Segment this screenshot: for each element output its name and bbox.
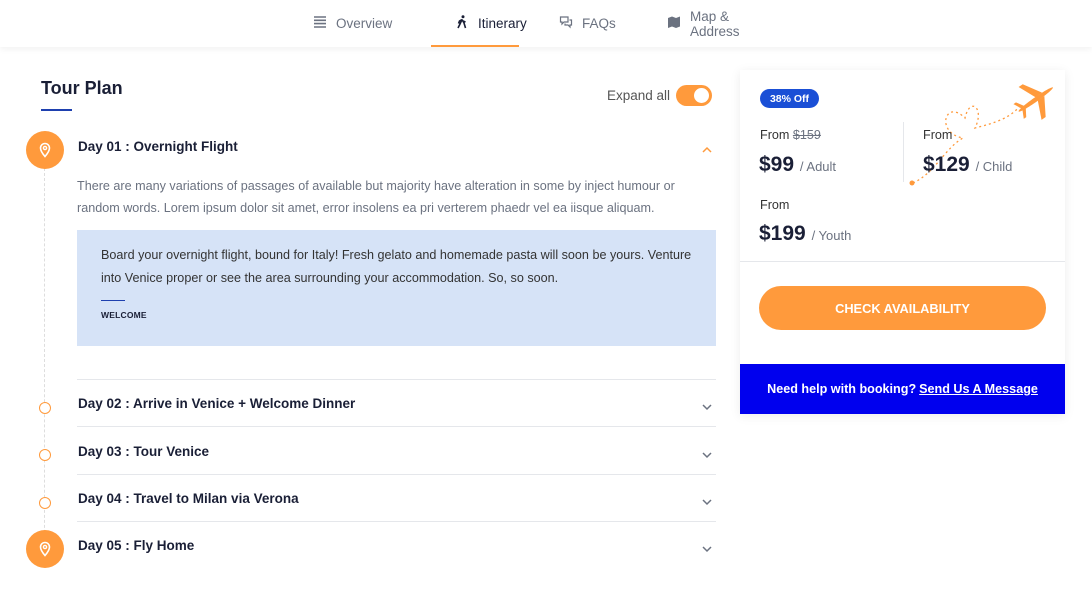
timeline-dot [39,402,51,414]
adult-price: $99 / Adult [759,153,836,177]
day-03-title[interactable]: Day 03 : Tour Venice [78,444,209,459]
expand-all-control[interactable]: Expand all [607,85,713,106]
child-from: From [923,128,953,142]
tab-label: Map & Address [690,8,740,39]
timeline-dot [39,449,51,461]
divider [77,426,716,427]
help-bar: Need help with booking? Send Us A Messag… [740,364,1065,414]
tab-bar: Overview Itinerary FAQs Map & Address [0,0,1092,47]
chevron-down-icon[interactable] [701,401,713,413]
day-01-title[interactable]: Day 01 : Overnight Flight [78,139,238,154]
check-availability-button[interactable]: CHECK AVAILABILITY [759,286,1046,330]
price-value: $129 [923,153,970,176]
divider [77,379,716,380]
day-02-title[interactable]: Day 02 : Arrive in Venice + Welcome Dinn… [78,396,355,411]
toggle-knob [694,88,710,103]
divider [77,521,716,522]
price-value: $99 [759,153,795,176]
list-icon [313,15,327,32]
chat-icon [559,15,573,32]
day-01-quote: Board your overnight flight, bound for I… [77,230,716,346]
quote-text: Board your overnight flight, bound for I… [101,248,692,285]
send-message-link[interactable]: Send Us A Message [919,382,1038,396]
expand-all-toggle[interactable] [676,85,713,106]
tab-overview[interactable]: Overview [289,0,419,47]
tab-label: Itinerary [478,16,527,31]
timeline-dot [39,497,51,509]
price-unit: / Adult [799,159,837,174]
chevron-down-icon[interactable] [701,543,713,555]
location-pin-icon [26,530,64,568]
tab-itinerary[interactable]: Itinerary [431,0,527,47]
booking-card: 38% Off From $159 $99 / Adult From $129 … [740,70,1065,414]
timeline-line [44,168,45,548]
card-divider [740,261,1065,262]
tab-label: Overview [336,16,393,31]
price-unit: / Child [975,159,1013,174]
title-underline [41,109,72,111]
price-value: $199 [759,222,806,245]
price-divider [903,122,904,182]
chevron-up-icon[interactable] [701,144,713,156]
youth-from: From [760,198,790,212]
map-icon [667,15,681,32]
chevron-down-icon[interactable] [701,496,713,508]
tab-faqs[interactable]: FAQs [535,0,639,47]
day-01-description: There are many variations of passages of… [77,179,675,215]
help-text: Need help with booking? [767,382,917,396]
adult-from: From $159 [760,128,821,142]
price-unit: / Youth [811,228,852,243]
chevron-down-icon[interactable] [701,449,713,461]
old-price: $159 [792,128,821,142]
tab-map-address[interactable]: Map & Address [643,0,803,47]
location-pin-icon [26,131,64,169]
quote-label: WELCOME [101,310,147,320]
divider [77,474,716,475]
youth-price: $199 / Youth [759,222,851,246]
day-05-title[interactable]: Day 05 : Fly Home [78,538,194,553]
discount-badge: 38% Off [760,89,819,108]
day-04-title[interactable]: Day 04 : Travel to Milan via Verona [78,491,299,506]
expand-all-label: Expand all [607,88,671,103]
tab-label: FAQs [582,16,616,31]
tour-plan-title: Tour Plan [41,78,123,98]
hiker-icon [455,15,469,32]
quote-divider [101,300,125,301]
from-label: From [760,128,790,142]
child-price: $129 / Child [923,153,1012,177]
